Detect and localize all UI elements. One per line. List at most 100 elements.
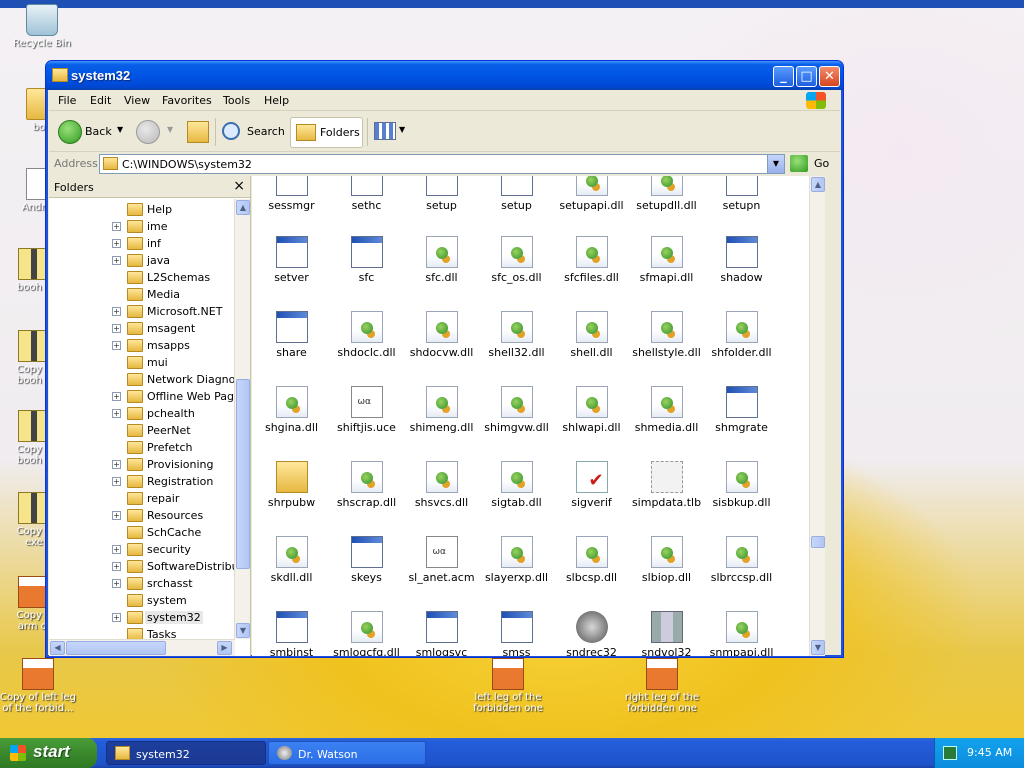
tree-item[interactable]: + msagent	[49, 320, 235, 337]
tree-item[interactable]: L2Schemas	[49, 269, 235, 286]
file-item[interactable]: slbcsp.dll	[554, 536, 629, 584]
forward-arrow-icon[interactable]	[136, 120, 160, 144]
file-item[interactable]: sfc.dll	[404, 236, 479, 284]
file-item[interactable]: shdocvw.dll	[404, 311, 479, 359]
tree-item[interactable]: Prefetch	[49, 439, 235, 456]
taskbar-item-system32[interactable]: system32	[106, 741, 266, 765]
expand-icon[interactable]: +	[112, 324, 121, 333]
menu-edit[interactable]: Edit	[90, 94, 111, 107]
expand-icon[interactable]: +	[112, 307, 121, 316]
file-item[interactable]: shscrap.dll	[329, 461, 404, 509]
file-item[interactable]: sfmapi.dll	[629, 236, 704, 284]
maximize-button[interactable]: □	[796, 66, 817, 87]
expand-icon[interactable]: +	[112, 579, 121, 588]
file-item[interactable]: shell.dll	[554, 311, 629, 359]
desktop-icon[interactable]: Recycle Bin	[0, 4, 84, 49]
file-item[interactable]: slbiop.dll	[629, 536, 704, 584]
back-arrow-icon[interactable]	[58, 120, 82, 144]
folder-tree-horizontal-scrollbar[interactable]: ◀ ▶	[49, 639, 235, 656]
address-path[interactable]: C:\WINDOWS\system32	[122, 158, 252, 171]
file-item[interactable]: sethc	[329, 176, 404, 212]
go-button[interactable]: Go	[814, 157, 829, 170]
file-item[interactable]: skeys	[329, 536, 404, 584]
file-item[interactable]: sndvol32	[629, 611, 704, 656]
tree-item[interactable]: PeerNet	[49, 422, 235, 439]
file-item[interactable]: shiftjis.uce	[329, 386, 404, 434]
file-item[interactable]: setup	[479, 176, 554, 212]
file-item[interactable]: slayerxp.dll	[479, 536, 554, 584]
tree-item[interactable]: system	[49, 592, 235, 609]
scroll-down-icon[interactable]: ▼	[236, 623, 250, 638]
file-item[interactable]: sigtab.dll	[479, 461, 554, 509]
file-item[interactable]: shimgvw.dll	[479, 386, 554, 434]
search-button[interactable]: Search	[247, 125, 285, 138]
expand-icon[interactable]: +	[112, 460, 121, 469]
file-item[interactable]: snmpapi.dll	[704, 611, 779, 656]
file-item[interactable]: sfc_os.dll	[479, 236, 554, 284]
scroll-thumb[interactable]	[66, 641, 166, 655]
file-item[interactable]: shmgrate	[704, 386, 779, 434]
network-icon[interactable]	[943, 746, 957, 760]
file-item[interactable]: smbinst	[254, 611, 329, 656]
expand-icon[interactable]: +	[112, 392, 121, 401]
menu-file[interactable]: File	[58, 94, 76, 107]
file-item[interactable]: smlogcfg.dll	[329, 611, 404, 656]
expand-icon[interactable]: +	[112, 409, 121, 418]
file-item[interactable]: shadow	[704, 236, 779, 284]
file-list-vertical-scrollbar[interactable]: ▲ ▼	[809, 176, 825, 656]
file-item[interactable]: shsvcs.dll	[404, 461, 479, 509]
tree-item[interactable]: + pchealth	[49, 405, 235, 422]
scroll-down-icon[interactable]: ▼	[811, 640, 825, 655]
file-item[interactable]: smlogsvc	[404, 611, 479, 656]
folders-pane-close-button[interactable]: ×	[233, 178, 245, 194]
scroll-thumb[interactable]	[236, 379, 250, 569]
taskbar-item-dr-watson[interactable]: Dr. Watson	[268, 741, 426, 765]
file-item[interactable]: shimeng.dll	[404, 386, 479, 434]
expand-icon[interactable]: +	[112, 256, 121, 265]
file-item[interactable]: shdoclc.dll	[329, 311, 404, 359]
tree-item[interactable]: + java	[49, 252, 235, 269]
clock[interactable]: 9:45 AM	[967, 746, 1012, 759]
file-item[interactable]: sfc	[329, 236, 404, 284]
desktop-icon[interactable]: Copy of left leg of the forbid...	[0, 658, 80, 714]
file-item[interactable]: sndrec32	[554, 611, 629, 656]
tree-item[interactable]: + SoftwareDistribut	[49, 558, 235, 575]
tree-item[interactable]: Media	[49, 286, 235, 303]
scroll-thumb[interactable]	[811, 536, 825, 548]
expand-icon[interactable]: +	[112, 341, 121, 350]
file-item[interactable]: simpdata.tlb	[629, 461, 704, 509]
tree-item[interactable]: Help	[49, 201, 235, 218]
tree-item[interactable]: Tasks	[49, 626, 235, 639]
tree-item[interactable]: + Microsoft.NET	[49, 303, 235, 320]
file-item[interactable]: smss	[479, 611, 554, 656]
file-item[interactable]: setupapi.dll	[554, 176, 629, 212]
tree-item[interactable]: + msapps	[49, 337, 235, 354]
expand-icon[interactable]: +	[112, 545, 121, 554]
scroll-left-icon[interactable]: ◀	[50, 641, 65, 655]
back-button[interactable]: Back	[85, 125, 112, 138]
file-item[interactable]: sigverif	[554, 461, 629, 509]
expand-icon[interactable]: +	[112, 222, 121, 231]
desktop-icon[interactable]: left leg of the forbidden one	[466, 658, 550, 714]
views-dropdown-icon[interactable]: ▼	[399, 125, 405, 134]
file-item[interactable]: shell32.dll	[479, 311, 554, 359]
file-item[interactable]: shellstyle.dll	[629, 311, 704, 359]
go-arrow-icon[interactable]	[790, 155, 808, 172]
tree-item[interactable]: + security	[49, 541, 235, 558]
file-item[interactable]: slbrccsp.dll	[704, 536, 779, 584]
search-icon[interactable]	[222, 122, 240, 140]
tree-item[interactable]: + srchasst	[49, 575, 235, 592]
file-item[interactable]: shrpubw	[254, 461, 329, 509]
file-item[interactable]: setver	[254, 236, 329, 284]
file-item[interactable]: shgina.dll	[254, 386, 329, 434]
scroll-up-icon[interactable]: ▲	[236, 200, 250, 215]
desktop-icon[interactable]: right leg of the forbidden one	[620, 658, 704, 714]
folder-tree-vertical-scrollbar[interactable]: ▲ ▼	[234, 199, 250, 639]
minimize-button[interactable]: _	[773, 66, 794, 87]
expand-icon[interactable]: +	[112, 239, 121, 248]
menu-view[interactable]: View	[124, 94, 150, 107]
tree-item[interactable]: SchCache	[49, 524, 235, 541]
title-bar[interactable]: system32 _ □ ✕	[46, 61, 843, 90]
tree-item[interactable]: repair	[49, 490, 235, 507]
scroll-right-icon[interactable]: ▶	[217, 641, 232, 655]
